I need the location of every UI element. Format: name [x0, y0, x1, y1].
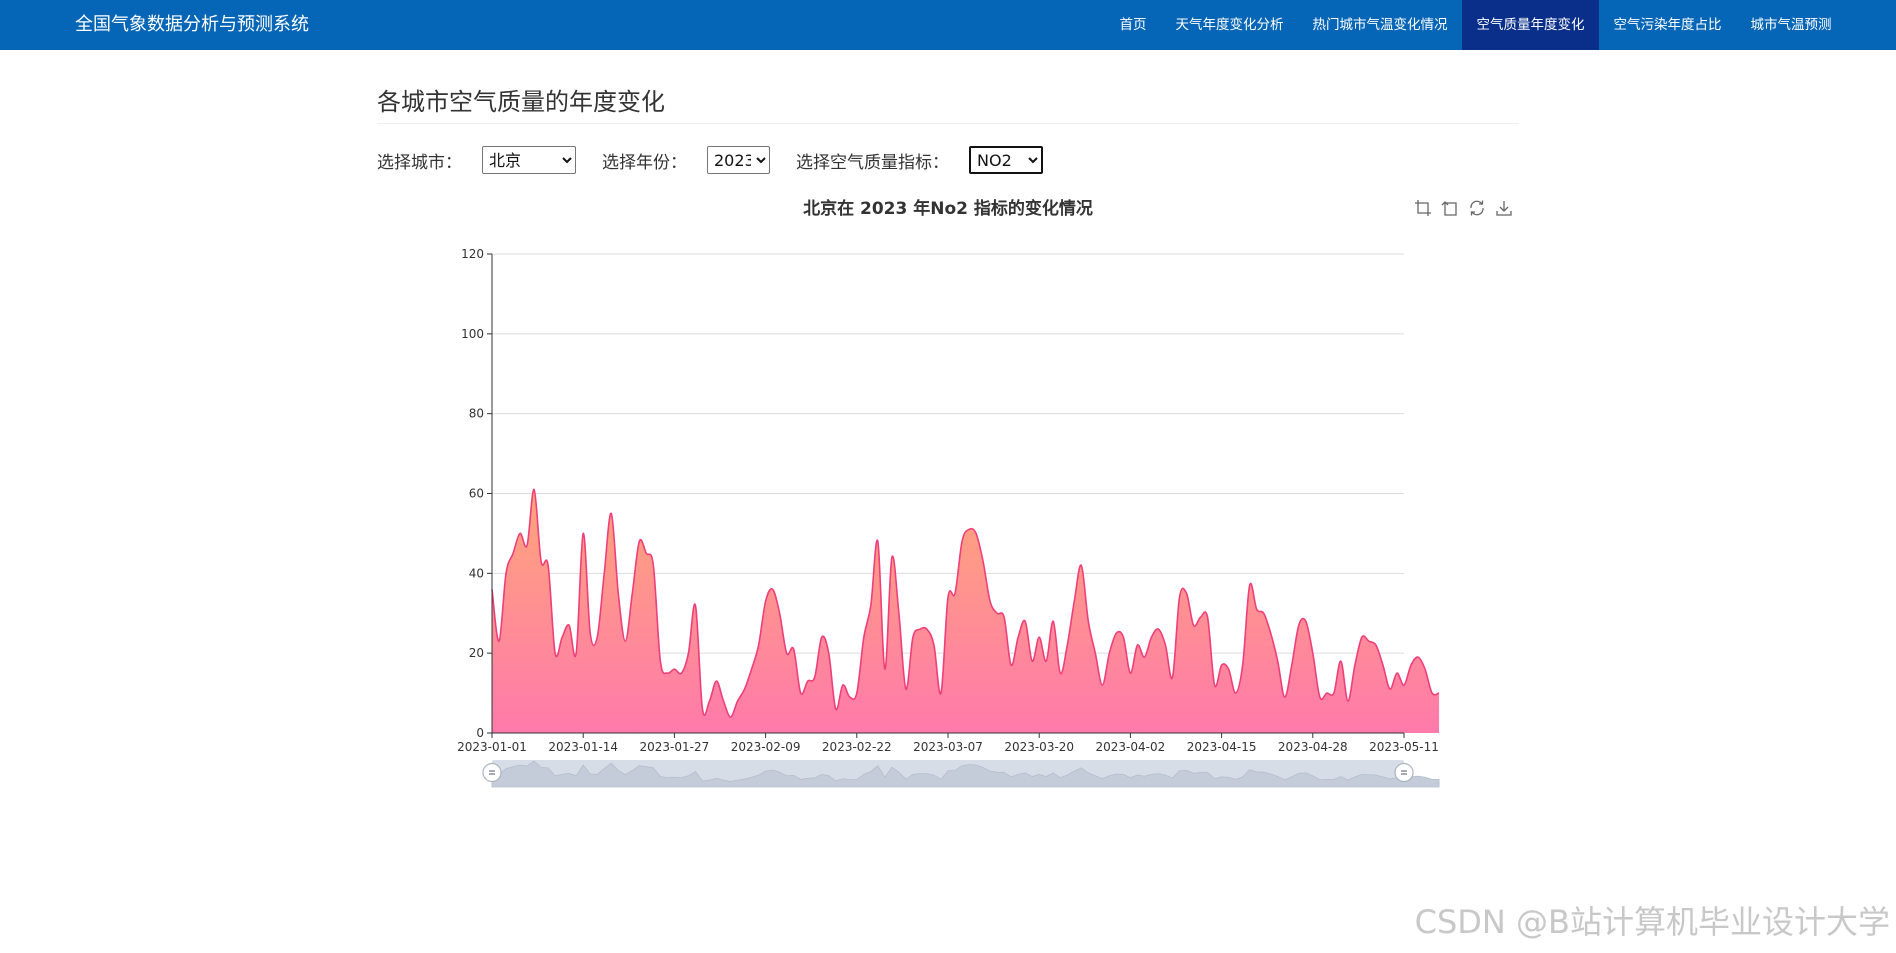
nav-item-weather-yearly[interactable]: 天气年度变化分析	[1161, 0, 1298, 50]
nav-item-home[interactable]: 首页	[1105, 0, 1161, 50]
x-tick-label: 2023-04-15	[1187, 740, 1257, 754]
area-fill	[492, 489, 1440, 733]
watermark-text: CSDN @B站计算机毕业设计大学	[1414, 903, 1890, 941]
y-tick-label: 60	[469, 487, 484, 501]
x-tick-label: 2023-05-11	[1369, 740, 1439, 754]
zoom-icon[interactable]	[1414, 199, 1432, 217]
brand-title[interactable]: 全国气象数据分析与预测系统	[75, 0, 309, 50]
y-tick-label: 100	[461, 327, 484, 341]
metric-select[interactable]: NO2	[969, 146, 1043, 174]
restore-icon[interactable]	[1468, 199, 1486, 217]
zoom-slider-preview	[491, 760, 1440, 788]
title-divider	[377, 123, 1519, 124]
nav-menu: 首页 天气年度变化分析 热门城市气温变化情况 空气质量年度变化 空气污染年度占比…	[1105, 0, 1846, 50]
zoom-handle-right[interactable]	[1394, 762, 1414, 783]
download-icon[interactable]	[1495, 199, 1513, 217]
nav-item-pollution-share[interactable]: 空气污染年度占比	[1599, 0, 1736, 50]
x-tick-label: 2023-03-20	[1004, 740, 1074, 754]
zoom-reset-icon[interactable]	[1441, 199, 1459, 217]
zoom-handle-left[interactable]	[482, 762, 502, 783]
nav-item-temp-forecast[interactable]: 城市气温预测	[1736, 0, 1846, 50]
city-select-label: 选择城市：	[377, 152, 462, 173]
x-tick-label: 2023-04-28	[1278, 740, 1348, 754]
x-tick-label: 2023-02-22	[822, 740, 892, 754]
zoom-slider-track	[492, 760, 1404, 787]
page-title: 各城市空气质量的年度变化	[377, 88, 665, 116]
year-select[interactable]: 2023	[707, 146, 770, 174]
top-navbar: 全国气象数据分析与预测系统 首页 天气年度变化分析 热门城市气温变化情况 空气质…	[0, 0, 1896, 50]
y-tick-label: 40	[469, 566, 484, 580]
y-tick-label: 20	[469, 646, 484, 660]
filter-bar: 选择城市： 北京 选择年份： 2023 选择空气质量指标： NO2	[377, 145, 1069, 175]
nav-item-hot-city-temp[interactable]: 热门城市气温变化情况	[1298, 0, 1462, 50]
year-select-label: 选择年份：	[602, 152, 687, 173]
series-line	[491, 488, 1440, 718]
x-tick-label: 2023-01-27	[640, 740, 710, 754]
chart-title: 北京在 2023 年No2 指标的变化情况	[803, 199, 1093, 219]
x-tick-label: 2023-01-14	[548, 740, 618, 754]
nav-item-air-quality-yearly[interactable]: 空气质量年度变化	[1462, 0, 1599, 50]
metric-select-label: 选择空气质量指标：	[796, 152, 949, 173]
no2-area-chart: 0 20 40 60 80 100 120 2023-01-01 2023-01-14 2023-…	[457, 247, 1440, 788]
y-tick-label: 80	[469, 407, 484, 421]
y-tick-label: 120	[461, 247, 484, 261]
chart-toolbox	[1414, 199, 1513, 217]
x-tick-label: 2023-01-01	[457, 740, 527, 754]
x-tick-label: 2023-02-09	[731, 740, 801, 754]
x-tick-label: 2023-03-07	[913, 740, 983, 754]
y-tick-label: 0	[476, 726, 484, 740]
x-tick-label: 2023-04-02	[1096, 740, 1166, 754]
city-select[interactable]: 北京	[482, 146, 576, 174]
